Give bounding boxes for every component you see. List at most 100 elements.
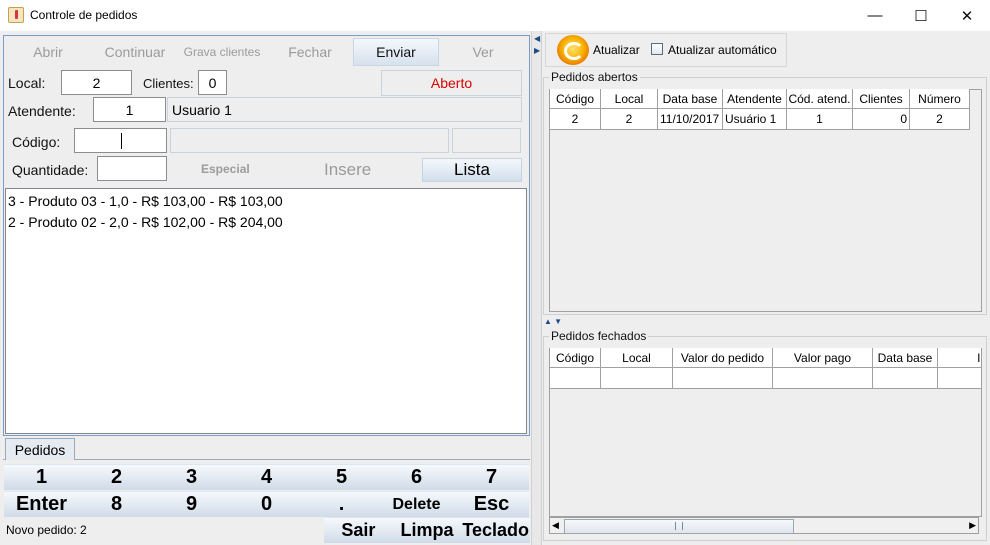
table-row[interactable]: 2 2 11/10/2017 Usuário 1 1 0 2 (549, 108, 970, 130)
ver-button[interactable]: Ver (441, 38, 525, 66)
column-header[interactable]: Clientes (852, 89, 910, 109)
horizontal-split-divider[interactable] (542, 318, 988, 326)
maximize-button[interactable]: ☐ (898, 0, 944, 31)
key-dot[interactable]: . (304, 491, 379, 517)
split-pane-divider[interactable] (531, 31, 542, 545)
table-cell (549, 367, 601, 389)
keypad-row-1: 1 2 3 4 5 6 7 (4, 464, 529, 490)
key-0[interactable]: 0 (229, 491, 304, 517)
pedidos-fechados-title: Pedidos fechados (549, 329, 649, 343)
pedidos-fechados-table[interactable]: Código Local Valor do pedido Valor pago … (549, 348, 981, 389)
table-cell (672, 367, 773, 389)
key-2[interactable]: 2 (79, 464, 154, 490)
table-cell (772, 367, 873, 389)
tab-divider (3, 459, 530, 460)
column-header[interactable]: Data base (872, 348, 938, 368)
minimize-button[interactable]: — (852, 0, 898, 31)
grava-clientes-button[interactable]: Grava clientes (178, 38, 266, 66)
split-arrows-icon[interactable]: ▲ ▼ (544, 317, 562, 326)
enviar-button[interactable]: Enviar (353, 38, 439, 66)
insere-button[interactable]: Insere (324, 160, 371, 180)
column-header[interactable]: Local (600, 348, 673, 368)
auto-refresh-checkbox[interactable] (651, 43, 663, 55)
scroll-thumb[interactable] (564, 519, 794, 534)
order-status: Aberto (381, 70, 522, 96)
product-price-field (452, 128, 521, 153)
codigo-field[interactable] (74, 128, 167, 153)
pedidos-abertos-table[interactable]: Código Local Data base Atendente Cód. at… (549, 89, 970, 130)
key-3[interactable]: 3 (154, 464, 229, 490)
table-cell (600, 367, 673, 389)
key-8[interactable]: 8 (79, 491, 154, 517)
key-delete[interactable]: Delete (379, 491, 454, 517)
table-header-row: Código Local Valor do pedido Valor pago … (549, 348, 981, 368)
quantidade-field[interactable] (97, 156, 167, 181)
window-title: Controle de pedidos (30, 8, 138, 22)
limpa-button[interactable]: Limpa (392, 517, 462, 543)
fechar-button[interactable]: Fechar (268, 38, 352, 66)
horizontal-scrollbar[interactable]: ◀ ▶ (549, 517, 979, 534)
table-cell: 0 (852, 108, 910, 130)
refresh-button[interactable]: Atualizar (593, 43, 640, 57)
text-caret (121, 133, 122, 149)
column-header[interactable]: Valor pago (772, 348, 873, 368)
especial-button[interactable]: Especial (201, 162, 250, 176)
column-header[interactable]: Número (909, 89, 970, 109)
status-bar: Novo pedido: 2 (6, 523, 87, 537)
column-header[interactable]: Cód. atend. (786, 89, 853, 109)
codigo-label: Código: (12, 134, 61, 150)
key-esc[interactable]: Esc (454, 491, 529, 517)
order-items-list[interactable]: 3 - Produto 03 - 1,0 - R$ 103,00 - R$ 10… (5, 188, 527, 434)
table-cell: 2 (909, 108, 970, 130)
column-header[interactable]: I (937, 348, 981, 368)
key-6[interactable]: 6 (379, 464, 454, 490)
key-7[interactable]: 7 (454, 464, 529, 490)
atendente-field[interactable]: 1 (93, 97, 166, 122)
table-cell: Usuário 1 (722, 108, 787, 130)
clientes-label: Clientes: (143, 76, 194, 91)
continuar-button[interactable]: Continuar (93, 38, 177, 66)
quantidade-label: Quantidade: (12, 162, 89, 178)
list-item[interactable]: 3 - Produto 03 - 1,0 - R$ 103,00 - R$ 10… (8, 193, 283, 209)
scroll-left-icon[interactable]: ◀ (552, 520, 559, 531)
column-header[interactable]: Código (549, 89, 601, 109)
atendente-label: Atendente: (8, 103, 76, 119)
column-header[interactable]: Valor do pedido (672, 348, 773, 368)
collapse-right-arrow-icon[interactable]: ▶ (534, 46, 540, 55)
column-header[interactable]: Código (549, 348, 601, 368)
lista-button[interactable]: Lista (422, 158, 522, 182)
auto-refresh-label: Atualizar automático (668, 43, 777, 57)
table-row[interactable] (549, 367, 981, 389)
teclado-button[interactable]: Teclado (461, 517, 531, 543)
clientes-field[interactable]: 0 (198, 70, 227, 95)
close-button[interactable]: ✕ (944, 0, 990, 31)
column-header[interactable]: Data base (657, 89, 723, 109)
table-header-row: Código Local Data base Atendente Cód. at… (549, 89, 970, 109)
bottom-button-bar: Sair Limpa Teclado (324, 517, 531, 543)
key-enter[interactable]: Enter (4, 491, 79, 517)
product-description-field (170, 128, 449, 153)
key-1[interactable]: 1 (4, 464, 79, 490)
key-9[interactable]: 9 (154, 491, 229, 517)
key-4[interactable]: 4 (229, 464, 304, 490)
collapse-left-arrow-icon[interactable]: ◀ (534, 34, 540, 43)
list-item[interactable]: 2 - Produto 02 - 2,0 - R$ 102,00 - R$ 20… (8, 214, 283, 230)
table-cell: 2 (549, 108, 601, 130)
tab-pedidos[interactable]: Pedidos (5, 438, 75, 460)
table-cell (937, 367, 981, 389)
scroll-right-icon[interactable]: ▶ (969, 520, 976, 531)
local-field[interactable]: 2 (61, 70, 132, 95)
grip-icon (675, 522, 683, 530)
table-cell: 2 (600, 108, 658, 130)
atendente-name: Usuario 1 (167, 97, 522, 122)
local-label: Local: (8, 75, 46, 91)
key-5[interactable]: 5 (304, 464, 379, 490)
table-cell: 11/10/2017 (657, 108, 723, 130)
column-header[interactable]: Atendente (722, 89, 787, 109)
column-header[interactable]: Local (600, 89, 658, 109)
abrir-button[interactable]: Abrir (6, 38, 90, 66)
sair-button[interactable]: Sair (324, 517, 393, 543)
pedidos-abertos-title: Pedidos abertos (549, 70, 640, 84)
table-cell (872, 367, 938, 389)
refresh-icon[interactable] (557, 35, 589, 65)
